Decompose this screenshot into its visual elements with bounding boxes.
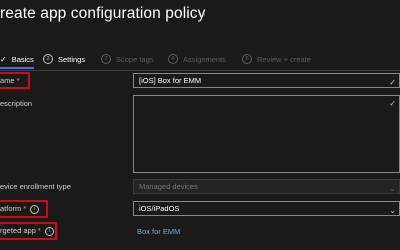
valid-check-icon: ✓ bbox=[389, 78, 396, 87]
step-number: 2 bbox=[43, 54, 53, 64]
tabs-divider bbox=[0, 70, 400, 71]
enrollment-type-value: Managed devices bbox=[139, 182, 198, 191]
required-marker: * bbox=[23, 204, 27, 213]
tab-review-create[interactable]: 5 Review + create bbox=[242, 50, 311, 68]
description-textarea[interactable]: ✓ bbox=[133, 95, 400, 173]
page-title: reate app configuration policy bbox=[0, 5, 206, 22]
name-label: ame * bbox=[0, 76, 20, 85]
active-tab-underline bbox=[0, 67, 34, 69]
required-marker: * bbox=[16, 76, 20, 85]
valid-check-icon: ✓ bbox=[389, 99, 396, 108]
wizard-tabs: ✓ Basics 2 Settings 3 Scope tags 4 Assig… bbox=[0, 50, 400, 70]
step-number: 4 bbox=[168, 54, 178, 64]
more-options-icon[interactable]: ··· bbox=[193, 9, 207, 21]
chevron-down-icon: ⌄ bbox=[389, 184, 396, 193]
enrollment-type-label: evice enrollment type bbox=[0, 182, 71, 191]
info-icon[interactable]: i bbox=[44, 226, 54, 236]
tab-label: Scope tags bbox=[116, 54, 154, 64]
description-label: escription bbox=[0, 99, 33, 108]
targeted-app-link[interactable]: Box for EMM bbox=[137, 227, 180, 236]
tab-assignments[interactable]: 4 Assignments bbox=[168, 50, 226, 68]
name-input-value: [iOS] Box for EMM bbox=[139, 76, 202, 85]
platform-label: atform * i bbox=[0, 204, 40, 214]
platform-dropdown[interactable]: iOS/iPadOS ⌄ bbox=[133, 201, 400, 216]
tab-label: Basics bbox=[11, 54, 34, 64]
enrollment-type-dropdown: Managed devices ⌄ bbox=[133, 179, 400, 194]
checkmark-icon: ✓ bbox=[0, 54, 7, 64]
targeted-app-label: rgeted app * i bbox=[0, 226, 54, 236]
tab-settings[interactable]: 2 Settings bbox=[43, 50, 85, 68]
step-number: 3 bbox=[101, 54, 111, 64]
platform-value: iOS/iPadOS bbox=[139, 204, 180, 213]
name-input[interactable]: [iOS] Box for EMM ✓ bbox=[133, 73, 400, 88]
tab-label: Assignments bbox=[183, 54, 226, 64]
tab-scope-tags[interactable]: 3 Scope tags bbox=[101, 50, 154, 68]
info-icon[interactable]: i bbox=[30, 204, 40, 214]
tab-basics[interactable]: ✓ Basics bbox=[0, 50, 34, 68]
step-number: 5 bbox=[242, 54, 252, 64]
chevron-down-icon: ⌄ bbox=[389, 206, 396, 215]
tab-label: Settings bbox=[58, 54, 86, 64]
tab-label: Review + create bbox=[257, 54, 311, 64]
required-marker: * bbox=[37, 226, 41, 235]
